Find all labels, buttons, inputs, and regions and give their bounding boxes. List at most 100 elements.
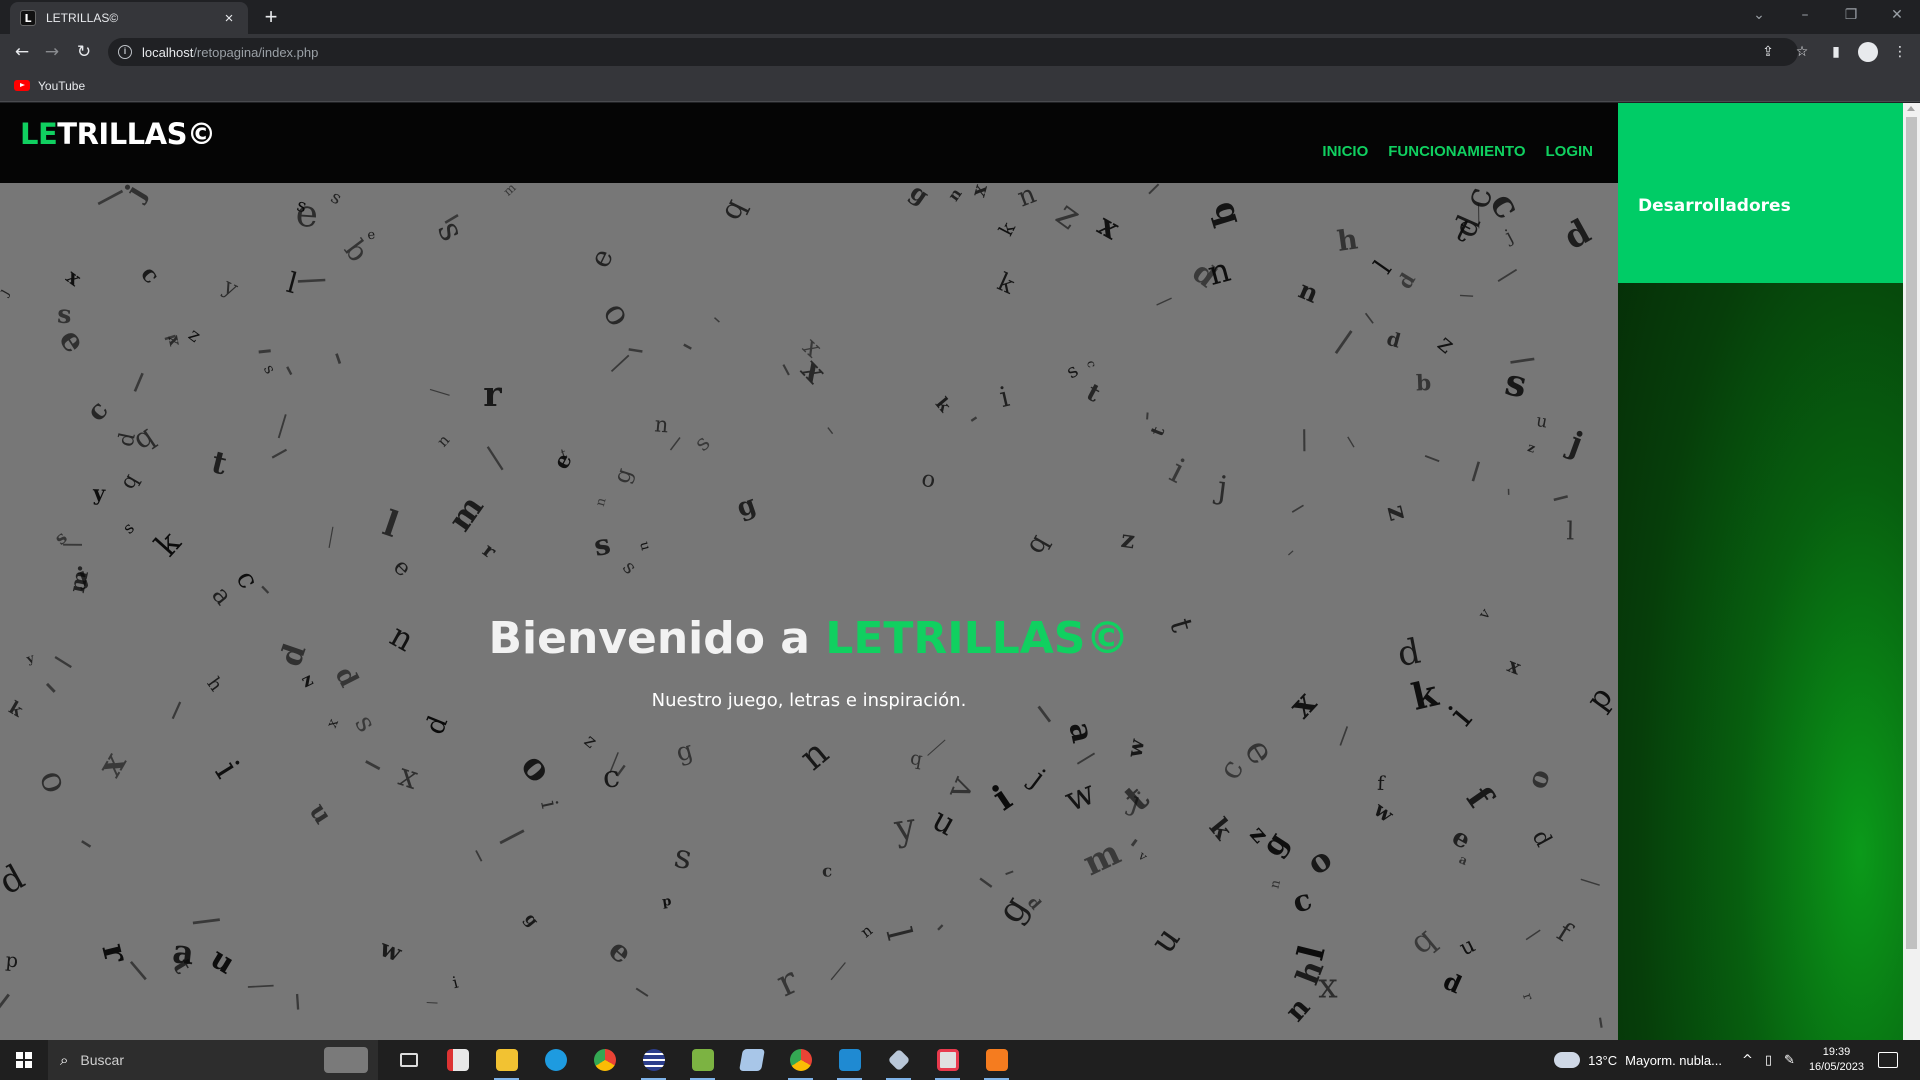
url-text[interactable]: localhost/retopagina/index.php xyxy=(142,45,318,60)
camera-app-icon[interactable] xyxy=(923,1040,972,1080)
scatter-letter: n xyxy=(433,431,453,450)
nav-login[interactable]: LOGIN xyxy=(1546,143,1594,160)
address-bar[interactable]: i localhost/retopagina/index.php xyxy=(108,38,1798,66)
nav-funcionamiento[interactable]: FUNCIONAMIENTO xyxy=(1388,143,1525,160)
notification-icon[interactable] xyxy=(1878,1052,1898,1068)
scatter-letter: c xyxy=(1288,881,1316,920)
forward-arrow-icon[interactable]: → xyxy=(40,40,64,64)
scatter-letter: j xyxy=(1500,226,1517,248)
tab-favicon-icon: L xyxy=(20,10,36,26)
scatter-letter: w xyxy=(1121,736,1149,760)
start-button[interactable] xyxy=(0,1040,48,1080)
chrome-active-icon[interactable] xyxy=(776,1040,825,1080)
scatter-letter: e xyxy=(1447,821,1476,855)
scatter-stroke xyxy=(827,427,834,435)
scatter-letter: m xyxy=(1077,833,1127,885)
scatter-stroke xyxy=(1334,330,1353,354)
page-scrollbar[interactable] xyxy=(1903,103,1920,1040)
scatter-stroke xyxy=(669,437,681,451)
scatter-stroke xyxy=(979,877,993,888)
scatter-letter: y xyxy=(92,480,107,505)
scatter-letter: l xyxy=(1566,516,1575,545)
browser-tab[interactable]: L LETRILLAS© × xyxy=(10,2,248,34)
url-host: localhost xyxy=(142,44,194,60)
scatter-letter: n xyxy=(593,496,610,508)
scatter-letter: j xyxy=(1562,424,1588,463)
chevron-up-icon[interactable]: ^ xyxy=(1742,1053,1753,1068)
back-arrow-icon[interactable]: ← xyxy=(10,40,34,64)
file-explorer-icon[interactable] xyxy=(482,1040,531,1080)
scatter-letter: q xyxy=(1403,920,1442,961)
app-striped-icon[interactable] xyxy=(629,1040,678,1080)
scatter-letter: h xyxy=(1335,222,1360,258)
scatter-letter: s xyxy=(348,710,382,738)
bookmark-star-icon[interactable]: ☆ xyxy=(1790,40,1814,64)
site-info-icon[interactable]: i xyxy=(118,45,132,59)
virtualbox-icon[interactable] xyxy=(874,1040,923,1080)
bookmark-youtube[interactable]: YouTube xyxy=(38,79,85,93)
device-icon[interactable]: ▯ xyxy=(1765,1053,1772,1068)
scatter-letter: d xyxy=(1527,826,1557,851)
scatter-letter: c xyxy=(135,261,165,289)
scatter-stroke xyxy=(1146,412,1149,420)
minimize-icon[interactable]: – xyxy=(1782,0,1828,30)
scatter-letter: l xyxy=(1369,255,1398,279)
tab-close-icon[interactable]: × xyxy=(220,10,238,27)
scatter-letter: u xyxy=(205,940,241,981)
scatter-letter: f xyxy=(1552,917,1579,950)
reload-icon[interactable]: ↻ xyxy=(72,40,96,64)
close-window-icon[interactable]: ✕ xyxy=(1874,0,1920,30)
scatter-letter: s xyxy=(591,526,613,562)
scatter-letter: z xyxy=(1119,524,1137,555)
scatter-letter: d xyxy=(1439,966,1466,999)
menu-kebab-icon[interactable]: ⋮ xyxy=(1888,40,1912,64)
file-app-icon[interactable] xyxy=(433,1040,482,1080)
taskbar-search[interactable]: ⌕ Buscar xyxy=(48,1040,378,1080)
scatter-letter: g xyxy=(521,909,543,930)
scatter-stroke xyxy=(1148,183,1160,195)
scatter-letter: j xyxy=(0,286,12,299)
youtube-icon xyxy=(14,80,30,91)
developers-card[interactable]: Desarrolladores xyxy=(1618,103,1903,283)
vscode-icon[interactable] xyxy=(825,1040,874,1080)
weather-text[interactable]: Mayorm. nubla... xyxy=(1625,1053,1722,1068)
share-icon[interactable]: ⇪ xyxy=(1756,40,1780,64)
restore-icon[interactable]: ❐ xyxy=(1828,0,1874,30)
scatter-letter: i xyxy=(996,380,1012,414)
task-view-icon[interactable] xyxy=(384,1040,433,1080)
url-path: /retopagina/index.php xyxy=(193,44,319,60)
edge-browser-icon[interactable] xyxy=(531,1040,580,1080)
nav-inicio[interactable]: INICIO xyxy=(1322,143,1368,160)
scatter-letter: j xyxy=(1023,762,1051,794)
site-logo[interactable]: LETRILLAS© xyxy=(20,117,216,151)
cloud-weather-icon[interactable] xyxy=(1554,1052,1581,1068)
chrome-icon[interactable] xyxy=(580,1040,629,1080)
profile-avatar[interactable] xyxy=(1858,42,1878,62)
xampp-icon[interactable] xyxy=(972,1040,1021,1080)
notes-app-icon[interactable] xyxy=(727,1040,776,1080)
scatter-letter: j xyxy=(117,183,152,207)
search-icon: ⌕ xyxy=(60,1051,69,1069)
scatter-letter: f xyxy=(1458,779,1501,816)
scatter-letter: m xyxy=(501,183,519,199)
clock[interactable]: 19:39 16/05/2023 xyxy=(1809,1045,1864,1075)
scroll-up-arrow-icon[interactable] xyxy=(1907,106,1915,111)
side-panel-icon[interactable]: ▮ xyxy=(1824,40,1848,64)
android-studio-icon[interactable] xyxy=(678,1040,727,1080)
scatter-letter: q xyxy=(909,747,925,771)
scatter-letter: d xyxy=(1384,327,1403,353)
weather-temp[interactable]: 13°C xyxy=(1588,1053,1617,1068)
scatter-letter: k xyxy=(931,394,955,417)
scatter-stroke xyxy=(1076,752,1096,765)
scrollbar-thumb[interactable] xyxy=(1906,117,1917,949)
new-tab-button[interactable]: + xyxy=(258,4,284,30)
scatter-letter: n xyxy=(791,731,837,779)
scatter-letter: y xyxy=(218,273,242,303)
scatter-stroke xyxy=(328,526,334,549)
tab-search-icon[interactable]: ⌄ xyxy=(1736,0,1782,30)
scatter-letter: z xyxy=(1432,329,1461,360)
windows-logo-icon xyxy=(16,1052,32,1068)
pen-icon[interactable]: ✎ xyxy=(1784,1053,1795,1068)
hero-title: Bienvenido a LETRILLAS© xyxy=(0,613,1618,664)
hero-title-brand: LETRILLAS© xyxy=(825,613,1130,664)
